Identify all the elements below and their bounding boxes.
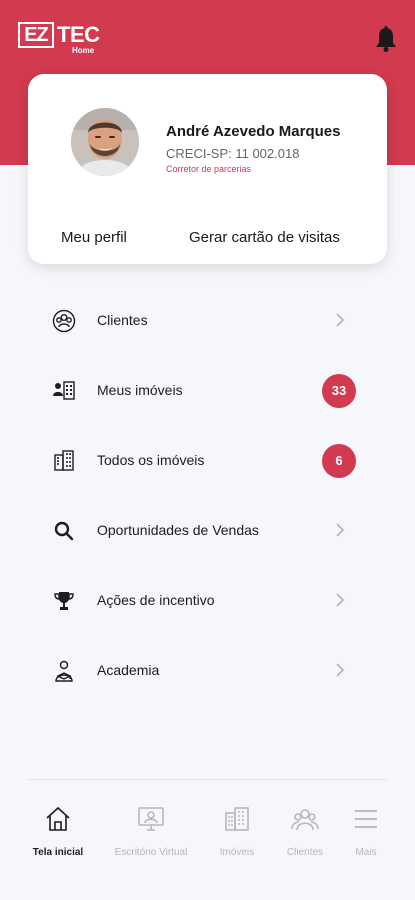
academy-icon	[52, 659, 76, 683]
my-properties-icon	[52, 379, 76, 403]
nav-label: Escritório Virtual	[114, 847, 188, 858]
user-creci: CRECI-SP: 11 002.018	[166, 146, 300, 161]
menu-item-acoes-incentivo[interactable]: Ações de incentivo	[0, 566, 415, 636]
bottom-nav-divider	[28, 779, 387, 780]
eztec-home-logo: EZ TEC Home	[18, 22, 108, 56]
profile-card: André Azevedo Marques CRECI-SP: 11 002.0…	[28, 74, 387, 264]
menu-icon	[352, 805, 380, 833]
nav-tela-inicial[interactable]: Tela inicial	[25, 795, 91, 865]
nav-label: Tela inicial	[32, 847, 84, 858]
nav-label: Clientes	[286, 847, 324, 858]
user-role: Corretor de parcerias	[166, 164, 252, 174]
menu-item-todos-imoveis[interactable]: Todos os imóveis 6	[0, 426, 415, 496]
search-icon	[52, 519, 76, 543]
chevron-right-icon	[335, 662, 345, 678]
nav-mais[interactable]: Mais	[346, 795, 386, 865]
trophy-icon	[52, 589, 76, 613]
menu-item-clientes[interactable]: Clientes	[0, 286, 415, 356]
logo-tec: TEC	[57, 22, 100, 47]
count-badge: 33	[322, 374, 356, 408]
home-icon	[44, 805, 72, 833]
menu-item-label: Todos os imóveis	[97, 452, 205, 468]
bottom-navigation: Tela inicial Escritório Virtual Imóveis	[0, 795, 415, 875]
menu-item-label: Clientes	[97, 312, 148, 328]
nav-escritorio-virtual[interactable]: Escritório Virtual	[104, 795, 198, 865]
clients-icon	[52, 309, 76, 333]
nav-label: Imóveis	[219, 847, 255, 858]
virtual-office-icon	[137, 805, 165, 833]
bell-icon[interactable]	[375, 26, 397, 52]
menu-item-academia[interactable]: Academia	[0, 636, 415, 706]
nav-clientes[interactable]: Clientes	[278, 795, 332, 865]
nav-label: Mais	[355, 847, 377, 858]
menu-item-oportunidades[interactable]: Oportunidades de Vendas	[0, 496, 415, 566]
clients-icon	[291, 805, 319, 833]
avatar	[71, 108, 139, 176]
user-name: André Azevedo Marques	[166, 123, 341, 140]
buildings-icon	[52, 449, 76, 473]
chevron-right-icon	[335, 522, 345, 538]
menu-item-label: Oportunidades de Vendas	[97, 522, 259, 538]
logo-home: Home	[72, 46, 95, 55]
logo-ez: EZ	[18, 22, 54, 48]
nav-imoveis[interactable]: Imóveis	[212, 795, 262, 865]
chevron-right-icon	[335, 592, 345, 608]
generate-business-card-link[interactable]: Gerar cartão de visitas	[189, 229, 340, 246]
my-profile-link[interactable]: Meu perfil	[61, 229, 127, 246]
menu-item-label: Academia	[97, 662, 160, 678]
menu-item-meus-imoveis[interactable]: Meus imóveis 33	[0, 356, 415, 426]
buildings-icon	[223, 805, 251, 833]
count-badge: 6	[322, 444, 356, 478]
chevron-right-icon	[335, 312, 345, 328]
menu-item-label: Ações de incentivo	[97, 592, 215, 608]
menu-item-label: Meus imóveis	[97, 382, 183, 398]
